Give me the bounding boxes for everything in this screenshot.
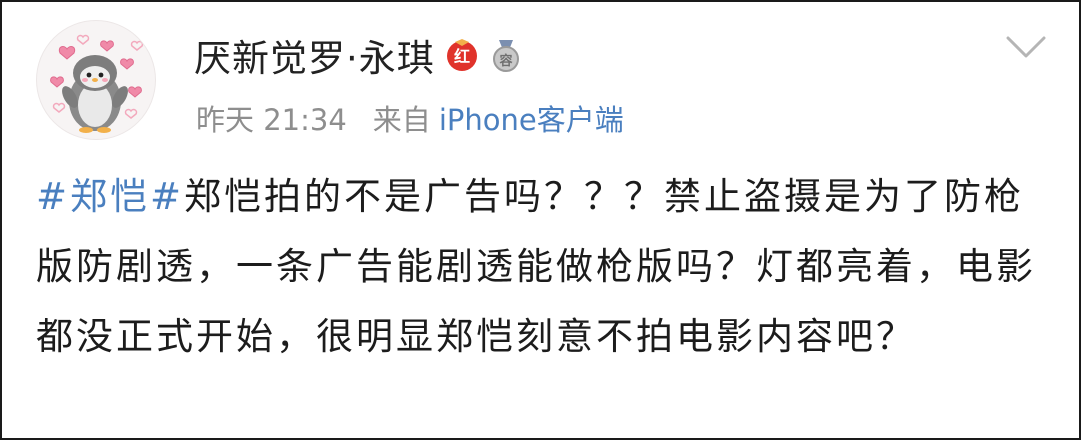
username-row: 厌新觉罗·永琪 红 容 [194, 30, 523, 80]
username[interactable]: 厌新觉罗·永琪 [194, 28, 435, 82]
source-link[interactable]: iPhone客户端 [439, 97, 624, 139]
avatar[interactable] [36, 20, 156, 140]
chevron-down-icon[interactable] [1005, 32, 1047, 62]
penguin-avatar-icon [50, 34, 144, 133]
red-badge-text: 红 [454, 47, 470, 66]
post-time: 昨天 21:34 [196, 103, 347, 137]
weibo-post-card: 厌新觉罗·永琪 红 容 昨天 21:34 来自 iPhone客户端 #郑恺#郑恺… [0, 0, 1081, 440]
hashtag-link[interactable]: #郑恺# [36, 175, 184, 218]
red-badge-icon[interactable]: 红 [445, 38, 479, 72]
grey-badge-text: 容 [498, 53, 512, 69]
post-meta: 昨天 21:34 来自 iPhone客户端 [196, 98, 624, 138]
post-content: #郑恺#郑恺拍的不是广告吗？？？禁止盗摄是为了防枪版防剧透，一条广告能剧透能做枪… [36, 162, 1051, 372]
post-text: 郑恺拍的不是广告吗？？？禁止盗摄是为了防枪版防剧透，一条广告能剧透能做枪版吗？灯… [36, 175, 1036, 358]
grey-medal-badge-icon[interactable]: 容 [489, 38, 523, 72]
source-prefix: 来自 [372, 103, 431, 137]
